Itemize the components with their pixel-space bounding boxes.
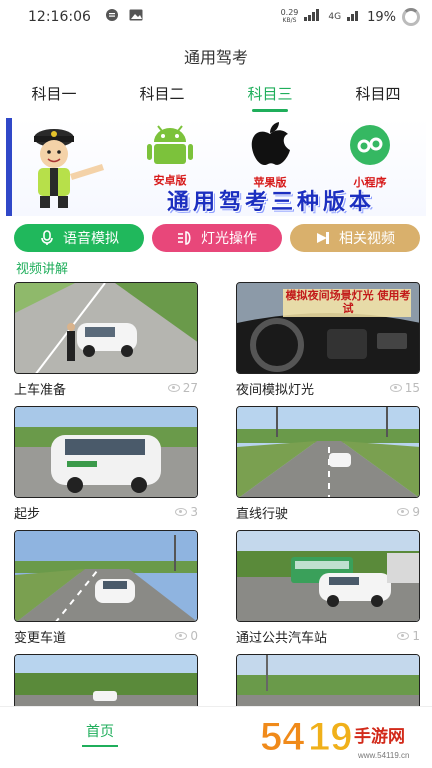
apple-icon [251,122,290,166]
banner-edge [6,118,12,216]
android-logo-group: 安卓版 [140,122,200,188]
view-count-value: 15 [404,381,420,395]
video-icon [315,230,331,246]
video-thumbnail[interactable] [14,654,198,706]
battery-icon [402,8,420,26]
app-title: 通用驾考 [183,48,248,67]
video-meta: 夜间模拟灯光 15 [236,374,420,402]
police-mascot-illustration [34,129,104,208]
video-title: 直线行驶 [236,506,289,522]
light-operation-label: 灯光操作 [201,231,257,247]
subject-tabs: 科目一 科目二 科目三 科目四 [0,80,432,112]
promo-banner[interactable]: 安卓版 苹果版 小程序 通用驾考三种版本 [6,118,426,216]
video-meta: 直线行驶 9 [236,498,420,526]
video-title: 上车准备 [14,382,67,398]
battery-percent: 19% [367,9,396,25]
status-bar: 12:16:06 0.29 KB/S 4G 19% [0,0,432,34]
video-card-boarding-prep[interactable]: 上车准备 27 [14,282,198,402]
video-thumbnail[interactable] [14,282,198,374]
svg-text:手游网: 手游网 [354,726,405,747]
light-operation-button[interactable]: 灯光操作 [152,224,282,252]
voice-simulation-button[interactable]: 语音模拟 [14,224,144,252]
svg-text:www.54119.cn: www.54119.cn [357,751,409,760]
eye-icon [397,632,410,640]
video-title: 起步 [14,506,41,522]
eye-icon [397,508,410,516]
tab-subject-1[interactable]: 科目一 [0,80,108,112]
view-count-value: 1 [412,629,420,643]
video-meta: 起步 3 [14,498,198,526]
tab-subject-4[interactable]: 科目四 [324,80,432,112]
banner-title: 通用驾考三种版本 [166,190,375,215]
wifi-signal-icon [347,9,361,25]
status-time: 12:16:06 [28,9,91,25]
video-thumbnail[interactable] [236,530,420,622]
svg-text:19: 19 [308,715,353,759]
eye-icon [175,632,188,640]
eye-icon [167,384,180,392]
view-count: 3 [175,505,198,519]
miniapp-logo-group: 小程序 [340,122,400,190]
tab-subject-3[interactable]: 科目三 [216,80,324,112]
video-card-partial-left[interactable] [14,654,198,706]
thumbnail-caption: 模拟夜间场景灯光 使用考试 [285,289,411,315]
view-count-value: 27 [182,381,198,395]
video-card-straight-driving[interactable]: 直线行驶 9 [236,406,420,526]
video-meta: 通过公共汽车站 1 [236,622,420,650]
video-title: 夜间模拟灯光 [236,382,315,398]
mini-program-icon [350,125,390,165]
video-title: 通过公共汽车站 [236,630,328,646]
related-videos-button[interactable]: 相关视频 [290,224,420,252]
net-speed-value: 0.29 [280,8,299,17]
net-speed-unit: KB/S [282,17,297,24]
view-count: 0 [175,629,198,643]
video-card-starting[interactable]: 起步 3 [14,406,198,526]
video-grid: 上车准备 27 模拟夜间场景灯光 使用考试 夜间模拟灯光 15 起步 3 直线行… [14,282,420,706]
eye-icon [389,384,402,392]
related-videos-label: 相关视频 [339,231,395,247]
tab-subject-2[interactable]: 科目二 [108,80,216,112]
view-count: 27 [167,381,198,395]
android-icon [147,125,193,164]
video-card-lane-change[interactable]: 变更车道 0 [14,530,198,650]
video-thumbnail[interactable]: 模拟夜间场景灯光 使用考试 [236,282,420,374]
chat-notification-icon [105,8,119,26]
apple-logo-group: 苹果版 [240,122,300,190]
bottom-navigation: 首页 54 19 手游网 www.54119.cn [0,706,432,768]
microphone-icon [39,230,55,246]
site-watermark-logo: 54 19 手游网 www.54119.cn [260,715,410,761]
network-type: 4G [328,12,342,22]
view-count-value: 0 [190,629,198,643]
image-notification-icon [129,9,143,25]
status-right: 0.29 KB/S 4G 19% [281,8,420,26]
section-title: 视频讲解 [16,262,69,277]
net-speed: 0.29 KB/S [281,9,299,25]
video-thumbnail[interactable] [236,406,420,498]
video-title: 变更车道 [14,630,67,646]
app-bar: 通用驾考 [0,34,432,78]
signal-icon [304,9,322,25]
video-thumbnail[interactable] [14,530,198,622]
video-meta: 变更车道 0 [14,622,198,650]
view-count: 1 [397,629,420,643]
nav-home-tab[interactable]: 首页 [82,721,118,747]
view-count: 15 [389,381,420,395]
video-meta: 上车准备 27 [14,374,198,402]
video-thumbnail[interactable] [14,406,198,498]
mode-buttons: 语音模拟 灯光操作 相关视频 [14,224,420,252]
video-card-night-lights[interactable]: 模拟夜间场景灯光 使用考试 夜间模拟灯光 15 [236,282,420,402]
video-card-partial-right[interactable] [236,654,420,706]
svg-text:54: 54 [260,715,305,759]
headlight-icon [177,230,193,246]
view-count: 9 [397,505,420,519]
voice-simulation-label: 语音模拟 [63,231,119,247]
eye-icon [175,508,188,516]
view-count-value: 3 [190,505,198,519]
video-thumbnail[interactable] [236,654,420,706]
view-count-value: 9 [412,505,420,519]
video-card-bus-stop[interactable]: 通过公共汽车站 1 [236,530,420,650]
